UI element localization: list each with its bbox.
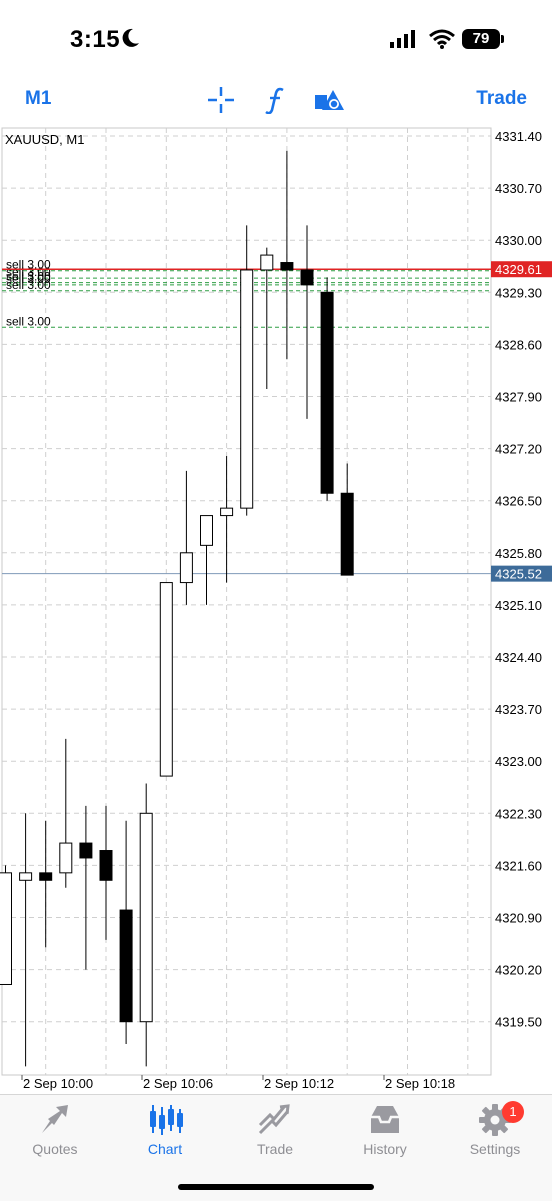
price-tick-label: 4327.90: [495, 390, 542, 405]
candle-body: [99, 850, 113, 881]
history-icon: [371, 1106, 399, 1133]
settings-badge: 1: [502, 1101, 524, 1123]
candle-body: [79, 842, 93, 859]
candle-body: [200, 515, 213, 546]
tab-label: Chart: [147, 1141, 183, 1157]
sell-order-label: sell 3.00: [6, 278, 51, 292]
tab-label: Trade: [256, 1141, 294, 1157]
candlestick-chart[interactable]: sell 3.00sell 3.00sell 3.00sell 3.00sell…: [0, 126, 552, 1094]
time-tick-label: 2 Sep 10:00: [23, 1076, 93, 1091]
candle-body: [280, 262, 294, 271]
time-tick-label: 2 Sep 10:12: [264, 1076, 334, 1091]
battery-tip: [501, 35, 504, 43]
price-tick-label: 4321.60: [495, 858, 542, 873]
candle-body: [300, 269, 314, 286]
chart-icon: [150, 1105, 183, 1135]
status-time: 3:15: [70, 26, 121, 53]
candle-body: [19, 872, 33, 881]
candle-body: [39, 872, 53, 881]
trade-icon: [258, 1104, 290, 1135]
indicators-icon[interactable]: [264, 86, 288, 114]
price-tick-label: 4323.70: [495, 702, 542, 717]
price-tick-label: 4330.00: [495, 233, 542, 248]
ask-price-label: 4329.61: [495, 262, 542, 277]
price-tick-label: 4319.50: [495, 1015, 542, 1030]
trade-button[interactable]: Trade: [476, 88, 527, 110]
candle-body: [320, 291, 334, 494]
crosshair-icon[interactable]: [207, 86, 235, 114]
price-tick-label: 4328.60: [495, 337, 542, 352]
price-tick-label: 4320.20: [495, 963, 542, 978]
price-tick-label: 4325.80: [495, 546, 542, 561]
tab-settings[interactable]: 1 Settings: [440, 1095, 550, 1165]
sell-order-label: sell 3.00: [6, 314, 51, 328]
quotes-icon: [42, 1105, 68, 1133]
price-tick-label: 4323.00: [495, 754, 542, 769]
candle-body: [59, 842, 73, 874]
candle-body: [119, 909, 133, 1023]
price-tick-label: 4325.10: [495, 598, 542, 613]
price-tick-label: 4327.20: [495, 442, 542, 457]
tab-label: Quotes: [32, 1141, 78, 1157]
tab-label: History: [363, 1141, 407, 1157]
candle-body: [179, 552, 193, 584]
tab-history[interactable]: History: [330, 1095, 440, 1165]
tab-trade[interactable]: Trade: [220, 1095, 330, 1165]
candle-body: [159, 582, 173, 777]
price-tick-label: 4322.30: [495, 806, 542, 821]
price-tick-label: 4329.30: [495, 285, 542, 300]
price-tick-label: 4326.50: [495, 494, 542, 509]
price-tick-label: 4324.40: [495, 650, 542, 665]
price-tick-label: 4330.70: [495, 181, 542, 196]
candle-body: [139, 812, 153, 1023]
wifi-icon: [429, 29, 455, 49]
timeframe-button[interactable]: M1: [25, 88, 51, 110]
price-chart[interactable]: sell 3.00 sell 3.00 sell 3.00 sell 3.00 sell…: [0, 126, 552, 1094]
bid-price-label: 4325.52: [495, 567, 542, 582]
time-tick-label: 2 Sep 10:18: [385, 1076, 455, 1091]
home-indicator: [178, 1184, 374, 1190]
battery-icon: 79: [462, 29, 500, 49]
cellular-signal-icon: [390, 30, 415, 48]
time-tick-label: 2 Sep 10:06: [143, 1076, 213, 1091]
price-tick-label: 4320.90: [495, 911, 542, 926]
candle-body: [260, 254, 274, 271]
tab-quotes[interactable]: Quotes: [0, 1095, 110, 1165]
chart-symbol-label: XAUUSD, M1: [5, 132, 84, 147]
moon-icon: [122, 28, 139, 47]
tab-chart[interactable]: Chart: [110, 1095, 220, 1165]
objects-icon[interactable]: [314, 86, 344, 114]
price-tick-label: 4331.40: [495, 129, 542, 144]
candle-body: [340, 492, 354, 576]
candle-body: [240, 269, 254, 509]
status-bar: 3:15 79: [0, 0, 552, 80]
candle-body: [220, 507, 234, 517]
candle-body: [0, 872, 12, 985]
tab-label: Settings: [469, 1141, 521, 1157]
